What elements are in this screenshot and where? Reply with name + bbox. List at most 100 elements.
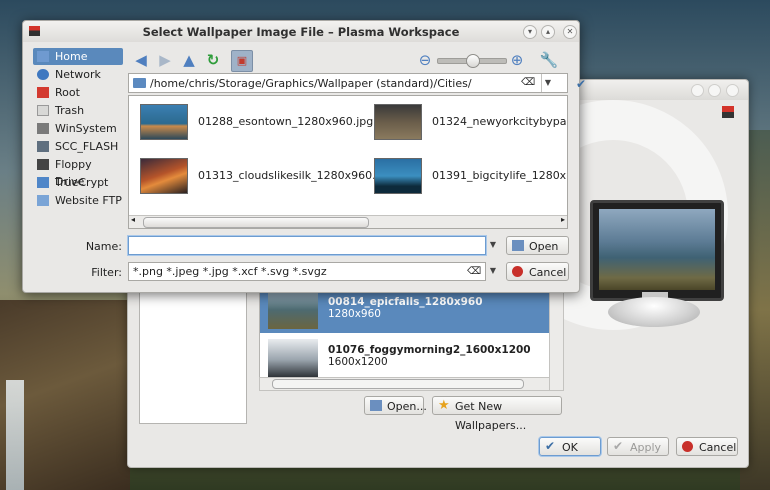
place-trash[interactable]: Trash [33,102,123,119]
close-icon[interactable] [726,84,739,97]
get-new-wallpapers-button[interactable]: ★ Get New Wallpapers... [432,396,562,432]
cancel-button[interactable]: Cancel [506,262,569,281]
clear-text-icon[interactable]: ⌫ [521,77,535,89]
back-arrow-icon[interactable]: ◀ [131,50,151,70]
file-item[interactable]: 01313_cloudslikesilk_1280x960.jpg [134,156,393,196]
chevron-up-icon[interactable]: ▴ [541,25,555,39]
place-label: Website FTP [55,194,122,207]
open-wallpaper-button[interactable]: Open... [364,396,427,415]
wallpaper-preview-monitor [590,200,724,301]
image-thumbnail [374,158,422,194]
list-item[interactable]: 01076_foggymorning2_1600x1200 1600x1200 [260,335,550,381]
chevron-down-icon[interactable]: ▾ [523,25,537,39]
scrollbar-handle[interactable] [272,379,524,389]
dialog-title: Select Wallpaper Image File – Plasma Wor… [142,25,460,39]
chevron-down-icon[interactable]: ▼ [487,262,499,280]
network-icon [37,69,49,80]
zoom-out-icon[interactable]: ⊖ [415,50,435,70]
image-thumbnail [374,104,422,140]
clear-text-icon[interactable]: ⌫ [467,266,481,278]
wallpaper-list-hscrollbar[interactable] [259,377,551,391]
chevron-right-icon[interactable]: ▸ [561,215,565,224]
file-name: 01288_esontown_1280x960.jpg [198,115,374,128]
maximize-icon[interactable] [708,84,721,97]
image-thumbnail [140,104,188,140]
open-button-label: Open [529,240,559,253]
close-icon[interactable]: ✕ [563,25,577,39]
filter-label: Filter: [91,266,122,279]
get-new-button-label: Get New Wallpapers... [455,400,527,432]
dialog-toolbar: ◀ ▶ ▲ ↻ ▣ ⊖ ⊕ 🔧 [127,48,572,72]
usb-drive-icon [37,141,49,152]
wallpaper-thumbnail [268,291,318,329]
floppy-icon [37,159,49,170]
root-folder-icon [37,87,49,98]
desktop-wallpaper-waterfall [6,380,24,490]
encrypted-drive-icon [37,177,49,188]
place-root[interactable]: Root [33,84,123,101]
checkmark-icon[interactable]: ✔ [571,74,591,94]
apply-button[interactable]: ✔ Apply [607,437,669,456]
scrollbar-handle[interactable] [143,217,369,228]
wallpaper-resolution: 1600x1200 [328,356,388,368]
drive-icon [37,123,49,134]
zoom-slider-handle[interactable] [466,54,480,68]
wallpaper-name: 01076_foggymorning2_1600x1200 [328,344,531,356]
place-label: Home [55,50,88,63]
place-floppy[interactable]: Floppy Drive [33,156,123,188]
open-button[interactable]: Open [506,236,569,255]
dialog-titlebar: Select Wallpaper Image File – Plasma Wor… [23,21,579,42]
file-item[interactable]: 01324_newyorkcitybypauloba [368,102,567,142]
zoom-in-icon[interactable]: ⊕ [507,50,527,70]
ftp-icon [37,195,49,206]
file-name: 01313_cloudslikesilk_1280x960.jpg [198,169,393,182]
zoom-slider[interactable] [437,54,507,68]
app-flag-icon [722,106,734,118]
chevron-left-icon[interactable]: ◂ [131,215,135,224]
place-label: WinSystem [55,122,117,135]
monitor-stand [608,297,700,327]
file-item[interactable]: 01391_bigcitylife_1280x960. [368,156,567,196]
minimize-icon[interactable] [691,84,704,97]
location-bar[interactable]: /home/chris/Storage/Graphics/Wallpaper (… [128,73,568,93]
filter-input[interactable]: *.png *.jpeg *.jpg *.xcf *.svg *.svgz ⌫ [128,262,486,281]
chevron-down-icon[interactable]: ▼ [487,236,499,254]
checkmark-icon: ✔ [613,439,624,453]
wallpaper-list[interactable]: 00814_epicfalls_1280x960 1280x960 01076_… [259,286,551,383]
place-winsystem[interactable]: WinSystem [33,120,123,137]
chevron-down-icon[interactable]: ▼ [541,74,554,92]
place-label: Trash [55,104,85,117]
place-truecrypt[interactable]: TrueCrypt [33,174,123,191]
place-scc-flash[interactable]: SCC_FLASH [33,138,123,155]
name-label: Name: [85,240,122,253]
file-view-hscrollbar[interactable]: ◂ ▸ [129,215,567,228]
ok-button[interactable]: ✔ OK [539,437,601,456]
filter-value: *.png *.jpeg *.jpg *.xcf *.svg *.svgz [133,265,327,278]
place-website-ftp[interactable]: Website FTP [33,192,123,209]
home-icon [37,51,49,62]
filename-input[interactable] [128,236,486,255]
cancel-button-label: Cancel [699,441,737,454]
up-arrow-icon[interactable]: ▲ [179,50,199,70]
place-network[interactable]: Network [33,66,123,83]
file-view[interactable]: 01288_esontown_1280x960.jpg 01324_newyor… [128,95,568,229]
open-button-label: Open... [387,400,427,413]
file-name: 01324_newyorkcitybypauloba [432,115,567,128]
cancel-button-label: Cancel [529,266,567,279]
file-item[interactable]: 01288_esontown_1280x960.jpg [134,102,373,142]
list-item[interactable]: 00814_epicfalls_1280x960 1280x960 [260,287,550,333]
reload-icon[interactable]: ↻ [203,50,223,70]
file-dialog: Select Wallpaper Image File – Plasma Wor… [22,20,586,293]
wrench-icon[interactable]: 🔧 [539,50,559,70]
place-home[interactable]: Home [33,48,123,65]
preview-toggle-icon[interactable]: ▣ [231,50,253,72]
ok-button-label: OK [562,441,578,454]
file-name: 01391_bigcitylife_1280x960. [432,169,567,182]
cancel-settings-button[interactable]: Cancel [676,437,738,456]
forward-arrow-icon[interactable]: ▶ [155,50,175,70]
wallpaper-list-vscrollbar[interactable] [549,286,564,391]
apply-button-label: Apply [630,441,662,454]
places-panel: Home Network Root Trash WinSystem SCC_FL… [30,46,123,216]
place-label: Network [55,68,101,81]
location-path: /home/chris/Storage/Graphics/Wallpaper (… [150,77,472,90]
